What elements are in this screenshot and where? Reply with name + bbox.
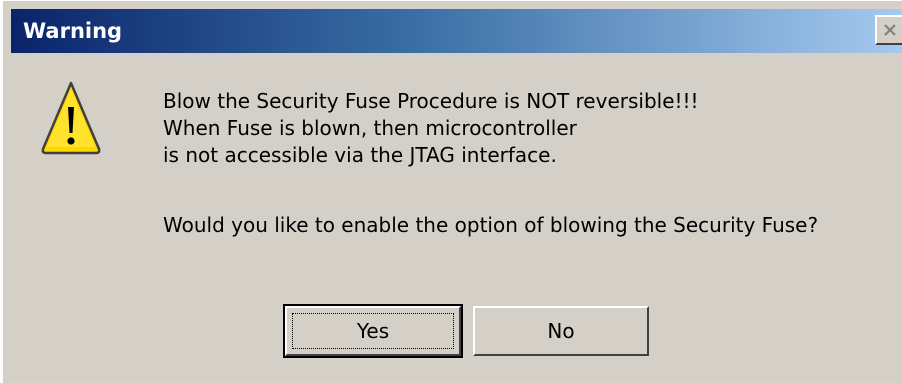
yes-button[interactable]: Yes	[283, 304, 463, 358]
no-button[interactable]: No	[473, 306, 649, 356]
message-line: Blow the Security Fuse Procedure is NOT …	[163, 89, 699, 113]
close-button[interactable]	[875, 15, 902, 45]
warning-message: Blow the Security Fuse Procedure is NOT …	[163, 88, 699, 169]
focus-rectangle	[292, 313, 454, 349]
title-bar[interactable]: Warning	[11, 9, 902, 53]
window-title: Warning	[23, 19, 123, 43]
warning-icon	[41, 81, 101, 155]
message-line: is not accessible via the JTAG interface…	[163, 143, 557, 167]
close-icon	[884, 24, 896, 36]
message-line: When Fuse is blown, then microcontroller	[163, 116, 577, 140]
no-button-label: No	[547, 319, 575, 343]
warning-dialog: Warning Blow the Security Fuse Procedure…	[0, 0, 902, 383]
confirmation-question: Would you like to enable the option of b…	[163, 213, 819, 237]
